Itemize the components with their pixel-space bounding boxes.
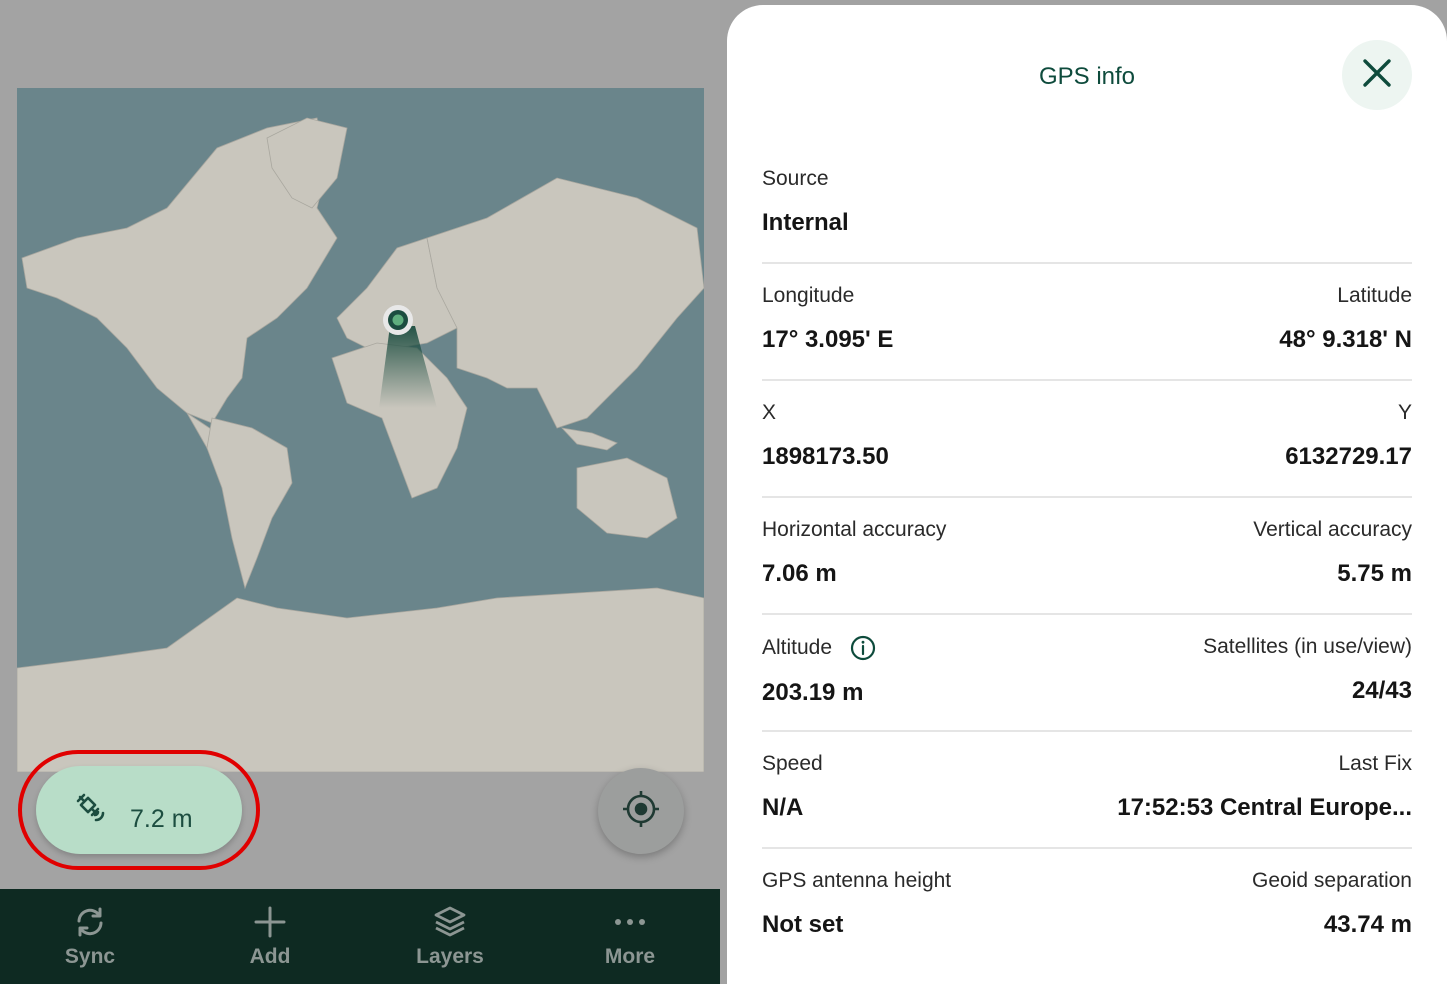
- vertical-accuracy-value: 5.75 m: [1337, 560, 1412, 587]
- altitude-value: 203.19 m: [762, 679, 864, 706]
- accuracy-value: 7.2 m: [130, 804, 193, 833]
- gps-accuracy-button[interactable]: 7.2 m: [36, 766, 242, 854]
- source-label: Source: [762, 167, 829, 190]
- satellites-value: 24/43: [1351, 677, 1412, 704]
- row-xy: X 1898173.50 Y 6132729.17: [762, 381, 1412, 498]
- x-label: X: [762, 401, 777, 424]
- nav-sync[interactable]: Sync: [0, 889, 180, 984]
- row-altitude: Altitude 203.19 m Satellites (in use/vie…: [762, 615, 1412, 732]
- nav-label-layers: Layers: [416, 944, 484, 968]
- longitude-label: Longitude: [762, 284, 855, 307]
- geoid-separation-value: 43.74 m: [1323, 911, 1412, 938]
- land-south-america: [206, 417, 293, 590]
- y-value: 6132729.17: [1285, 443, 1412, 470]
- nav-label-add: Add: [249, 944, 291, 968]
- geoid-separation-label: Geoid separation: [1252, 869, 1412, 892]
- last-fix-label: Last Fix: [1338, 752, 1412, 775]
- locate-me-button[interactable]: [598, 768, 684, 854]
- nav-label-sync: Sync: [64, 944, 116, 968]
- altitude-label-wrap: Altitude: [762, 635, 876, 661]
- land-indonesia: [560, 427, 618, 451]
- nav-label-more: More: [604, 944, 656, 968]
- satellites-label: Satellites (in use/view): [1203, 635, 1412, 658]
- latitude-label: Latitude: [1337, 284, 1412, 307]
- longitude-value: 17° 3.095' E: [762, 326, 894, 353]
- bottom-navigation: Sync Add Layers More: [0, 889, 720, 984]
- gps-info-panel: GPS info Source Internal Longitude 17° 3…: [727, 5, 1447, 984]
- last-fix-value: 17:52:53 Central Europe...: [1117, 794, 1412, 821]
- close-icon: [1361, 57, 1393, 94]
- plus-icon: [253, 905, 287, 939]
- nav-add[interactable]: Add: [180, 889, 360, 984]
- gps-info-list: Source Internal Longitude 17° 3.095' E L…: [762, 147, 1412, 966]
- row-coordinates: Longitude 17° 3.095' E Latitude 48° 9.31…: [762, 264, 1412, 381]
- horizontal-accuracy-value: 7.06 m: [762, 560, 837, 587]
- nav-more[interactable]: More: [540, 889, 720, 984]
- speed-value: N/A: [762, 794, 804, 821]
- map-canvas: [17, 117, 704, 772]
- info-icon[interactable]: [850, 635, 876, 661]
- x-value: 1898173.50: [762, 443, 889, 470]
- antenna-height-label: GPS antenna height: [762, 869, 952, 892]
- land-asia: [426, 177, 704, 429]
- sync-icon: [73, 905, 107, 939]
- satellite-icon: [74, 791, 108, 830]
- crosshair-icon: [621, 789, 661, 834]
- land-australia: [576, 457, 678, 539]
- vertical-accuracy-label: Vertical accuracy: [1253, 518, 1412, 541]
- more-icon: [613, 905, 647, 939]
- world-map[interactable]: [17, 88, 704, 772]
- row-source: Source Internal: [762, 147, 1412, 264]
- layers-icon: [433, 905, 467, 939]
- row-speed: Speed N/A Last Fix 17:52:53 Central Euro…: [762, 732, 1412, 849]
- latitude-value: 48° 9.318' N: [1279, 326, 1412, 353]
- antenna-height-value: Not set: [762, 911, 844, 938]
- close-button[interactable]: [1342, 40, 1412, 110]
- map-screen: 7.2 m Sync Add Layers More: [0, 0, 720, 984]
- row-antenna[interactable]: GPS antenna height Not set Geoid separat…: [762, 849, 1412, 966]
- y-label: Y: [1397, 401, 1412, 424]
- source-value: Internal: [762, 209, 849, 236]
- horizontal-accuracy-label: Horizontal accuracy: [762, 518, 947, 541]
- nav-layers[interactable]: Layers: [360, 889, 540, 984]
- speed-label: Speed: [762, 752, 823, 775]
- land-antarctica: [17, 587, 704, 772]
- altitude-label: Altitude: [762, 636, 833, 659]
- panel-title: GPS info: [1038, 63, 1136, 90]
- row-accuracy: Horizontal accuracy 7.06 m Vertical accu…: [762, 498, 1412, 615]
